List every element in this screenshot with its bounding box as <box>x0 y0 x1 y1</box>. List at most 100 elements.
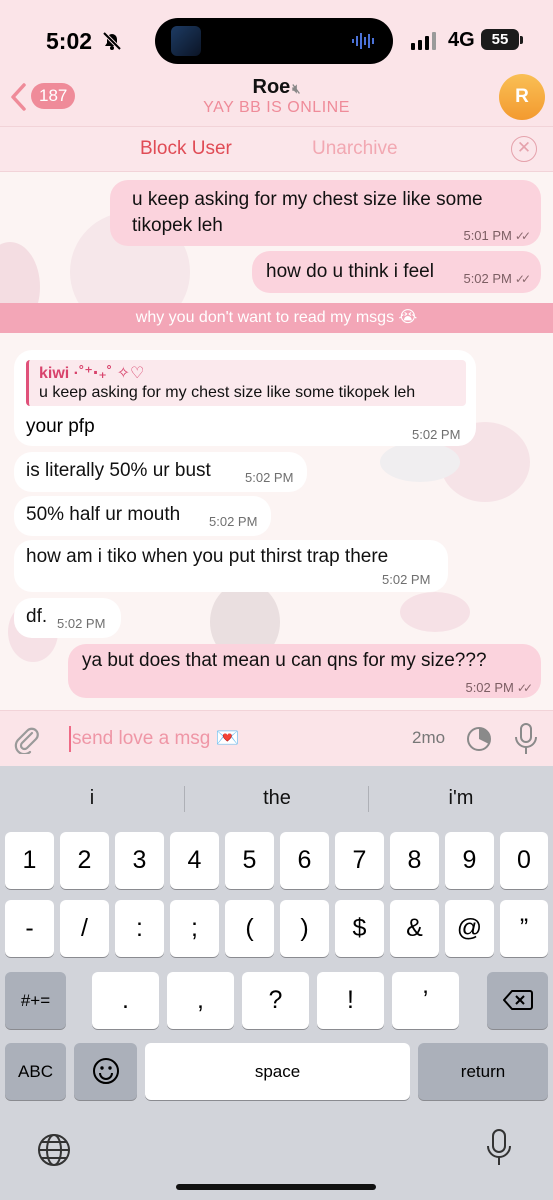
block-user-button[interactable]: Block User <box>140 138 232 160</box>
unarchive-button[interactable]: Unarchive <box>312 138 398 160</box>
outgoing-message[interactable]: how do u think i feel 5:02 PM ✓✓ <box>252 251 541 293</box>
key-period[interactable]: . <box>92 972 159 1029</box>
message-time: 5:02 PM <box>57 616 106 631</box>
incoming-message[interactable]: how am i tiko when you put thirst trap t… <box>14 540 448 592</box>
message-text: ya but does that mean u can qns for my s… <box>82 650 487 671</box>
message-input[interactable] <box>72 725 372 753</box>
message-meta: 5:02 PM ✓✓ <box>463 271 531 286</box>
key-9[interactable]: 9 <box>445 832 494 889</box>
key-open-paren[interactable]: ( <box>225 900 274 957</box>
suggestion-bar: i the i'm <box>0 780 553 816</box>
reply-quote[interactable]: kiwi ·˚⁺‧₊˚ ✧♡ u keep asking for my ches… <box>26 360 466 406</box>
key-6[interactable]: 6 <box>280 832 329 889</box>
network-type: 4G <box>448 29 475 51</box>
key-7[interactable]: 7 <box>335 832 384 889</box>
message-time: 5:02 PM <box>465 680 514 695</box>
home-indicator[interactable] <box>176 1184 376 1190</box>
suggestion[interactable]: i'm <box>369 780 553 816</box>
action-bar: Block User Unarchive ✕ <box>0 126 553 172</box>
read-ticks-icon: ✓✓ <box>514 229 531 243</box>
space-key[interactable]: space <box>145 1043 410 1100</box>
avatar[interactable]: R <box>499 74 545 120</box>
key-dollar[interactable]: $ <box>335 900 384 957</box>
message-text: how do u think i feel <box>266 261 434 282</box>
message-time: 5:02 PM <box>245 470 294 485</box>
key-2[interactable]: 2 <box>60 832 109 889</box>
message-meta: 5:02 PM ✓✓ <box>465 680 533 695</box>
wallpaper-decoration <box>380 442 460 482</box>
message-time: 5:02 PM <box>412 427 461 442</box>
microphone-icon[interactable] <box>513 722 539 756</box>
outgoing-message[interactable]: u keep asking for my chest size like som… <box>110 180 541 246</box>
message-time: 5:02 PM <box>382 572 431 587</box>
contact-status: YAY BB IS ONLINE <box>203 99 350 116</box>
backspace-key[interactable] <box>487 972 548 1029</box>
chat-header: 187 Roe 🔇︎ YAY BB IS ONLINE R <box>0 70 553 126</box>
keyboard: i the i'm 1 2 3 4 5 6 7 8 9 0 - / : ; ( … <box>0 766 553 1200</box>
message-text: is literally 50% ur bust <box>26 460 211 481</box>
key-at[interactable]: @ <box>445 900 494 957</box>
message-time: 5:01 PM <box>463 228 512 243</box>
chat-title[interactable]: Roe 🔇︎ <box>0 76 553 99</box>
message-time: 5:02 PM <box>209 514 258 529</box>
battery-indicator: 55 <box>481 29 519 50</box>
message-text: 50% half ur mouth <box>26 504 181 525</box>
key-3[interactable]: 3 <box>115 832 164 889</box>
dictation-microphone-icon[interactable] <box>486 1128 512 1168</box>
key-colon[interactable]: : <box>115 900 164 957</box>
speaker-mute-icon: 🔇︎ <box>292 81 301 96</box>
key-8[interactable]: 8 <box>390 832 439 889</box>
bell-slash-icon <box>102 31 122 51</box>
message-text: how am i tiko when you put thirst trap t… <box>26 546 389 567</box>
key-ampersand[interactable]: & <box>390 900 439 957</box>
return-key[interactable]: return <box>418 1043 548 1100</box>
close-icon[interactable]: ✕ <box>511 136 537 162</box>
globe-icon[interactable] <box>36 1132 72 1168</box>
key-5[interactable]: 5 <box>225 832 274 889</box>
key-hyphen[interactable]: - <box>5 900 54 957</box>
key-exclamation[interactable]: ! <box>317 972 384 1029</box>
paperclip-icon[interactable] <box>12 724 40 754</box>
incoming-message[interactable]: df. 5:02 PM <box>14 598 121 638</box>
reply-text: u keep asking for my chest size like som… <box>39 384 416 401</box>
self-destruct-timer-label[interactable]: 2mo <box>412 728 445 748</box>
key-4[interactable]: 4 <box>170 832 219 889</box>
timer-icon[interactable] <box>465 725 493 753</box>
message-text: your pfp <box>26 416 95 437</box>
backspace-icon <box>502 990 533 1010</box>
message-text-line: tikopek leh <box>132 215 223 236</box>
dynamic-island[interactable] <box>155 18 393 64</box>
key-question[interactable]: ? <box>242 972 309 1029</box>
key-comma[interactable]: , <box>167 972 234 1029</box>
reply-author: kiwi ·˚⁺‧₊˚ ✧♡ <box>39 365 145 382</box>
key-1[interactable]: 1 <box>5 832 54 889</box>
wallpaper-decoration <box>400 592 470 632</box>
message-text-line: u keep asking for my chest size like som… <box>132 189 483 210</box>
read-ticks-icon: ✓✓ <box>514 272 531 286</box>
now-playing-artwork <box>171 26 201 56</box>
suggestion[interactable]: the <box>185 780 369 816</box>
emoji-key[interactable] <box>74 1043 137 1100</box>
message-time: 5:02 PM <box>463 271 512 286</box>
key-quote[interactable]: ” <box>500 900 548 957</box>
pinned-banner[interactable]: why you don't want to read my msgs 😭 <box>0 303 553 333</box>
incoming-message[interactable]: is literally 50% ur bust 5:02 PM <box>14 452 307 492</box>
key-close-paren[interactable]: ) <box>280 900 329 957</box>
signal-icon <box>411 32 436 50</box>
key-0[interactable]: 0 <box>500 832 548 889</box>
abc-key[interactable]: ABC <box>5 1043 66 1100</box>
clock: 5:02 <box>46 28 93 54</box>
suggestion[interactable]: i <box>0 780 184 816</box>
incoming-message[interactable]: 50% half ur mouth 5:02 PM <box>14 496 271 536</box>
message-list[interactable]: u keep asking for my chest size like som… <box>0 172 553 710</box>
outgoing-message[interactable]: ya but does that mean u can qns for my s… <box>68 644 541 698</box>
message-meta: 5:01 PM ✓✓ <box>463 228 531 243</box>
key-apostrophe[interactable]: ’ <box>392 972 459 1029</box>
symbols-key[interactable]: #+= <box>5 972 66 1029</box>
key-slash[interactable]: / <box>60 900 109 957</box>
battery-nub <box>520 36 523 44</box>
key-semicolon[interactable]: ; <box>170 900 219 957</box>
text-caret <box>69 726 71 752</box>
read-ticks-icon: ✓✓ <box>516 681 533 695</box>
message-text: df. <box>26 606 48 627</box>
